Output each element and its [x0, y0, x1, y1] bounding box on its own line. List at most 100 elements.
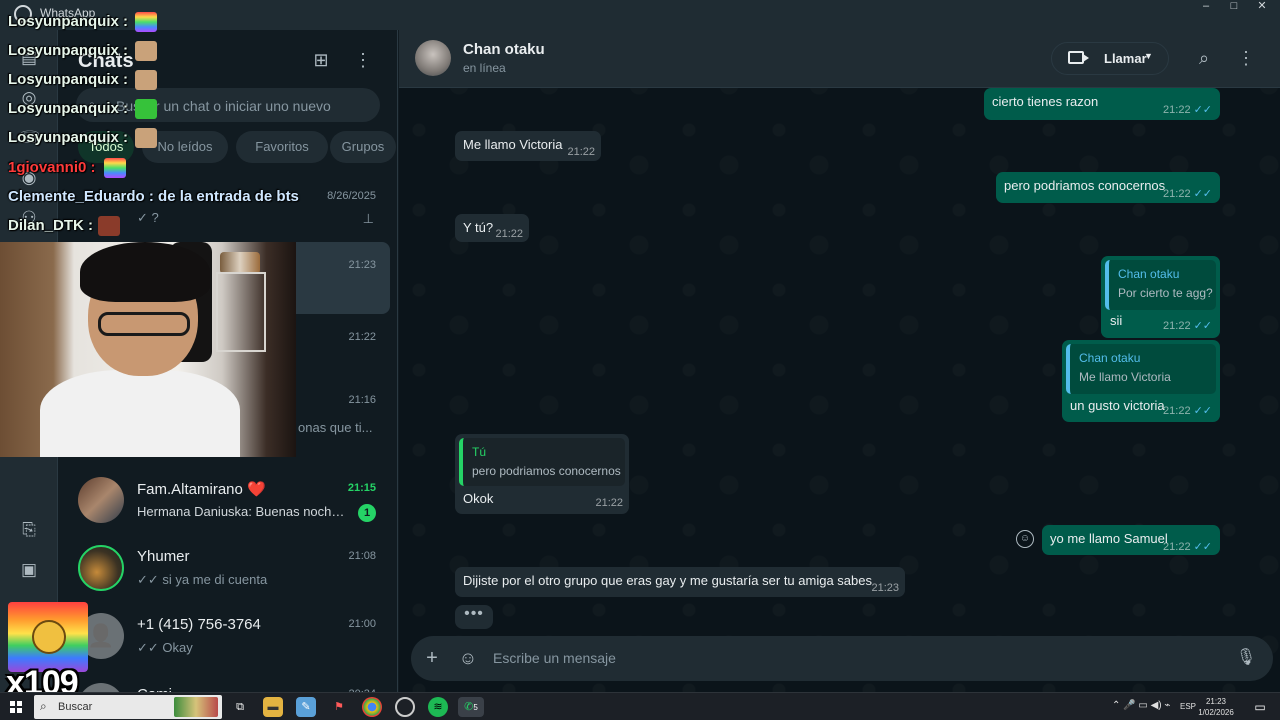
quote-author: Chan otaku — [1079, 351, 1141, 365]
message-incoming[interactable]: Y tú? 21:22 — [455, 214, 529, 242]
contact-avatar[interactable] — [415, 40, 451, 76]
message-input[interactable]: Escribe un mensaje — [493, 650, 616, 666]
quoted-message[interactable]: Chan otaku Me llamo Victoria — [1066, 344, 1216, 394]
spotify-icon[interactable]: ≋ — [428, 697, 448, 717]
attach-plus-icon[interactable]: + — [421, 647, 443, 669]
chat-name: Fam.Altamirano ❤️ — [137, 481, 266, 498]
message-outgoing-reply[interactable]: Chan otaku Me llamo Victoria un gusto vi… — [1062, 340, 1220, 422]
read-receipt-icon: ✓✓ — [1193, 104, 1212, 116]
stream-chat-overlay: Losyunpanquix : Losyunpanquix : Losyunpa… — [0, 0, 330, 240]
conversation-header[interactable]: Chan otaku en línea Llamar ▼ ⌕ ⋮ — [399, 30, 1280, 88]
chat-preview: ✓✓ Okay — [137, 640, 193, 655]
archive-icon[interactable]: ⎘ — [19, 520, 39, 540]
tray-language[interactable]: ESP — [1180, 702, 1196, 711]
message-text: sii — [1110, 313, 1123, 328]
message-text: un gusto victoria — [1070, 398, 1165, 413]
chrome-icon[interactable] — [362, 697, 382, 717]
notifications-icon[interactable]: ▭ — [1250, 697, 1270, 717]
message-incoming-reply[interactable]: Tú pero podriamos conocernos Okok 21:22 — [455, 434, 629, 514]
chat-time: 21:08 — [348, 550, 376, 562]
rainbow-emote — [104, 158, 126, 178]
reaction-emoji-icon[interactable]: ☺ — [1016, 530, 1034, 548]
whatsapp-taskbar-icon[interactable]: ✆5 — [458, 697, 484, 717]
message-time: 21:22 — [567, 146, 595, 158]
green-emote — [135, 99, 157, 119]
stream-chat-line: Clemente_Eduardo : de la entrada de bts — [8, 188, 299, 205]
stream-chat-line: Losyunpanquix : — [8, 71, 128, 88]
quoted-message[interactable]: Tú pero podriamos conocernos — [459, 438, 625, 486]
message-outgoing[interactable]: yo me llamo Samuel 21:22 ✓✓ — [1042, 525, 1220, 555]
quoted-message[interactable]: Chan otaku Por cierto te agg? — [1105, 260, 1216, 310]
message-outgoing[interactable]: pero podriamos conocernos 21:22 ✓✓ — [996, 172, 1220, 203]
notes-app-icon[interactable]: ✎ — [296, 697, 316, 717]
sticker-icon[interactable]: ☺ — [457, 647, 479, 669]
message-text: Okok — [463, 491, 494, 506]
shelf — [216, 272, 266, 352]
system-clock[interactable]: 21:23 1/02/2026 — [1196, 696, 1236, 718]
stream-chat-line: 1giovanni0 : — [8, 159, 96, 176]
chat-row-phone[interactable]: +1 (415) 756-3764 21:00 ✓✓ Okay — [66, 601, 390, 673]
task-view-icon[interactable]: ⧉ — [230, 697, 250, 717]
menu-icon[interactable]: ⋮ — [351, 48, 375, 72]
chat-time: 21:15 — [347, 482, 376, 494]
message-text: yo me llamo Samuel — [1050, 531, 1168, 546]
message-time: 21:22 — [595, 497, 623, 509]
message-meta: 21:22 ✓✓ — [1163, 405, 1212, 417]
windows-start-icon[interactable] — [10, 701, 22, 713]
close-button[interactable]: ✕ — [1246, 0, 1278, 14]
quote-text: pero podriamos conocernos — [472, 464, 621, 478]
quote-text: Por cierto te agg? — [1118, 286, 1213, 300]
unread-badge: 1 — [358, 504, 376, 522]
video-camera-icon — [1068, 51, 1089, 64]
message-text: Y tú? — [463, 220, 494, 235]
typing-indicator: ••• — [455, 605, 493, 629]
call-label: Llamar — [1104, 51, 1147, 66]
sub-badge-art — [8, 602, 88, 672]
chat-name: +1 (415) 756-3764 — [137, 616, 261, 633]
chat-time: 8/26/2025 — [327, 190, 376, 202]
message-composer[interactable]: + ☺ Escribe un mensaje 🎙 — [411, 636, 1273, 681]
file-explorer-icon[interactable]: ▬ — [263, 697, 283, 717]
chat-time: 21:16 — [348, 394, 376, 406]
stream-chat-line: Losyunpanquix : — [8, 129, 128, 146]
message-incoming[interactable]: Dijiste por el otro grupo que eras gay y… — [455, 567, 905, 597]
search-icon: ⌕ — [40, 699, 47, 713]
streaming-app-icon[interactable]: ⚑ — [329, 697, 349, 717]
tray-icons[interactable]: ⌃ 🎤 ▭ ◀) ⌁ — [1112, 700, 1170, 711]
emote — [98, 216, 120, 236]
message-text: pero podriamos conocernos — [1004, 178, 1166, 193]
badge-face — [32, 620, 66, 654]
media-icon[interactable]: ▣ — [19, 560, 39, 580]
call-button[interactable]: Llamar ▼ — [1051, 42, 1169, 75]
quote-text: Me llamo Victoria — [1079, 370, 1171, 384]
message-incoming[interactable]: Me llamo Victoria 21:22 — [455, 131, 601, 161]
read-receipt-icon: ✓✓ — [1193, 541, 1212, 553]
menu-icon[interactable]: ⋮ — [1234, 46, 1258, 70]
filter-grupos[interactable]: Grupos — [330, 131, 396, 163]
read-receipt-icon: ✓✓ — [1193, 188, 1212, 200]
stream-chat-line: Losyunpanquix : — [8, 13, 128, 30]
obs-icon[interactable] — [395, 697, 415, 717]
screen: WhatsApp – □ ✕ ▤ ◎ ☏ ◉ ⚇ ⎘ ▣ Chats ⊞ ⋮ ⌕… — [0, 0, 1280, 720]
chat-row-fam-altamirano[interactable]: Fam.Altamirano ❤️ 21:15 Hermana Daniuska… — [66, 465, 390, 537]
stream-chat-line: Dilan_DTK : — [8, 217, 94, 234]
chat-preview: ✓✓ si ya me di cuenta — [137, 572, 268, 587]
message-outgoing[interactable]: cierto tienes razon 21:22 ✓✓ — [984, 88, 1220, 120]
streamer-hair — [80, 242, 210, 302]
stream-chat-line: Losyunpanquix : — [8, 100, 128, 117]
message-meta: 21:22 ✓✓ — [1163, 541, 1212, 553]
message-text: cierto tienes razon — [992, 94, 1099, 109]
avatar — [78, 545, 124, 591]
message-outgoing-reply[interactable]: Chan otaku Por cierto te agg? sii 21:22 ✓… — [1101, 256, 1220, 338]
microphone-icon[interactable]: 🎙 — [1235, 647, 1257, 669]
chat-row-yhumer[interactable]: Yhumer 21:08 ✓✓ si ya me di cuenta — [66, 533, 390, 605]
taskbar-search-label: Buscar — [58, 701, 93, 713]
emote — [135, 128, 157, 148]
stream-chat-line: Losyunpanquix : — [8, 42, 128, 59]
streamer-shirt — [40, 370, 240, 457]
emote — [135, 70, 157, 90]
search-icon[interactable]: ⌕ — [1192, 46, 1216, 70]
message-text: Dijiste por el otro grupo que eras gay y… — [463, 573, 872, 588]
message-text: Me llamo Victoria — [463, 137, 563, 152]
taskbar-search[interactable]: ⌕ Buscar — [34, 695, 222, 719]
